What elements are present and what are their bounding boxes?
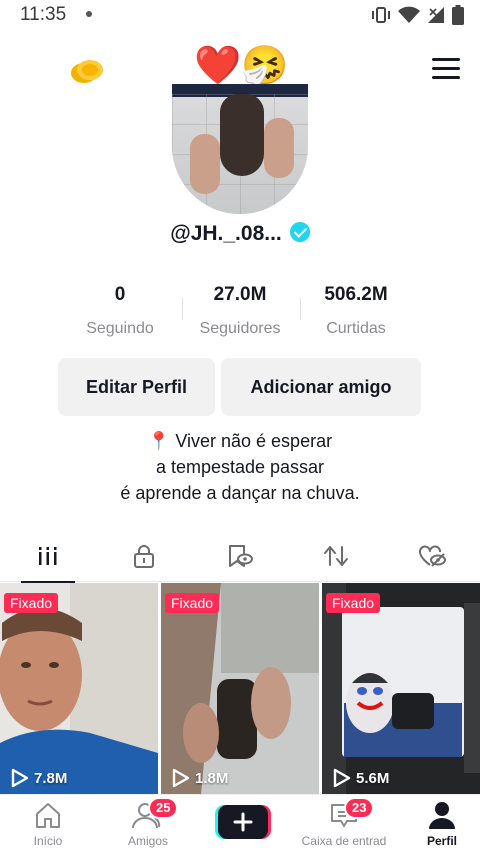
stat-value: 506.2M <box>324 284 388 305</box>
friends-badge: 25 <box>148 797 179 819</box>
play-icon <box>172 768 190 788</box>
video-views: 7.8M <box>10 768 67 788</box>
status-icons <box>371 5 464 25</box>
status-bar: 11:35 <box>0 0 480 30</box>
stat-label: Curtidas <box>326 320 386 337</box>
video-thumbnail[interactable]: Fixado 5.6M <box>322 583 480 794</box>
video-thumbnail[interactable]: Fixado 7.8M <box>0 583 158 794</box>
video-views: 1.8M <box>171 768 228 788</box>
tab-favorites[interactable] <box>192 530 288 582</box>
pinned-badge: Fixado <box>4 593 59 613</box>
tab-private[interactable] <box>96 530 192 582</box>
add-friend-button[interactable]: Adicionar amigo <box>221 358 421 416</box>
nav-label: Amigos <box>127 834 168 848</box>
bookmark-eye-icon <box>229 545 253 567</box>
profile-stats: 0 Seguindo 27.0M Seguidores 506.2M Curti… <box>62 284 418 344</box>
play-icon <box>11 768 29 788</box>
avatar[interactable] <box>172 84 308 214</box>
inbox-badge: 23 <box>344 797 375 819</box>
videos-grid-icon <box>39 547 57 565</box>
stat-value: 0 <box>114 284 126 305</box>
bio: 📍 Viver não é esperar a tempestade passa… <box>0 428 480 506</box>
battery-icon <box>452 5 464 25</box>
username-text: @JH._.08... <box>170 222 282 245</box>
pinned-badge: Fixado <box>165 593 220 613</box>
bio-line: é aprende a dançar na chuva. <box>120 483 360 503</box>
views-count: 5.6M <box>356 769 390 787</box>
nav-profile[interactable]: Perfil <box>394 801 480 848</box>
tab-reposts[interactable] <box>288 530 384 582</box>
vibrate-icon <box>372 7 390 23</box>
stat-followers[interactable]: 27.0M Seguidores <box>182 284 298 338</box>
bio-line: a tempestade passar <box>155 457 325 477</box>
stat-label: Seguidores <box>199 320 281 337</box>
views-count: 7.8M <box>34 769 68 787</box>
profile-icon <box>429 802 455 829</box>
stat-label: Seguindo <box>86 320 154 337</box>
profile-emoji-decoration: ❤️🤧 <box>194 45 289 87</box>
nav-home[interactable]: Início <box>0 801 96 848</box>
stat-following[interactable]: 0 Seguindo <box>62 284 178 338</box>
home-icon <box>36 803 60 828</box>
stat-likes[interactable]: 506.2M Curtidas <box>298 284 414 338</box>
profile-tabs <box>0 530 480 583</box>
views-count: 1.8M <box>195 769 229 787</box>
stat-value: 27.0M <box>213 284 267 305</box>
video-thumbnail[interactable]: Fixado 1.8M <box>161 583 319 794</box>
nav-label: Perfil <box>426 834 457 848</box>
video-views: 5.6M <box>332 768 389 788</box>
notification-dot-icon <box>86 11 92 17</box>
edit-profile-button[interactable]: Editar Perfil <box>58 358 215 416</box>
lock-icon <box>134 545 154 568</box>
verified-badge-icon <box>289 222 310 242</box>
play-icon <box>333 768 351 788</box>
video-thumbnail-image <box>322 583 480 794</box>
tab-videos[interactable] <box>0 530 96 583</box>
menu-icon[interactable] <box>432 58 460 82</box>
create-video-button[interactable] <box>215 805 271 839</box>
nav-label: Início <box>33 834 63 848</box>
liked-hidden-icon <box>419 545 446 567</box>
bio-line: 📍 Viver não é esperar <box>147 431 333 451</box>
signal-icon <box>428 7 444 23</box>
video-thumbnail-image <box>161 583 319 794</box>
username: @JH._.08... <box>0 222 480 246</box>
wifi-icon <box>398 6 420 23</box>
status-time: 11:35 <box>20 4 67 25</box>
nav-label: Caixa de entrad <box>301 834 387 848</box>
video-grid: Fixado 7.8M Fixado 1.8M Fixado 5.6M <box>0 583 480 794</box>
pinned-badge: Fixado <box>326 593 381 613</box>
video-thumbnail-image <box>0 583 158 794</box>
tab-liked[interactable] <box>384 530 480 582</box>
repost-icon <box>324 546 348 566</box>
coins-icon[interactable] <box>70 58 104 84</box>
